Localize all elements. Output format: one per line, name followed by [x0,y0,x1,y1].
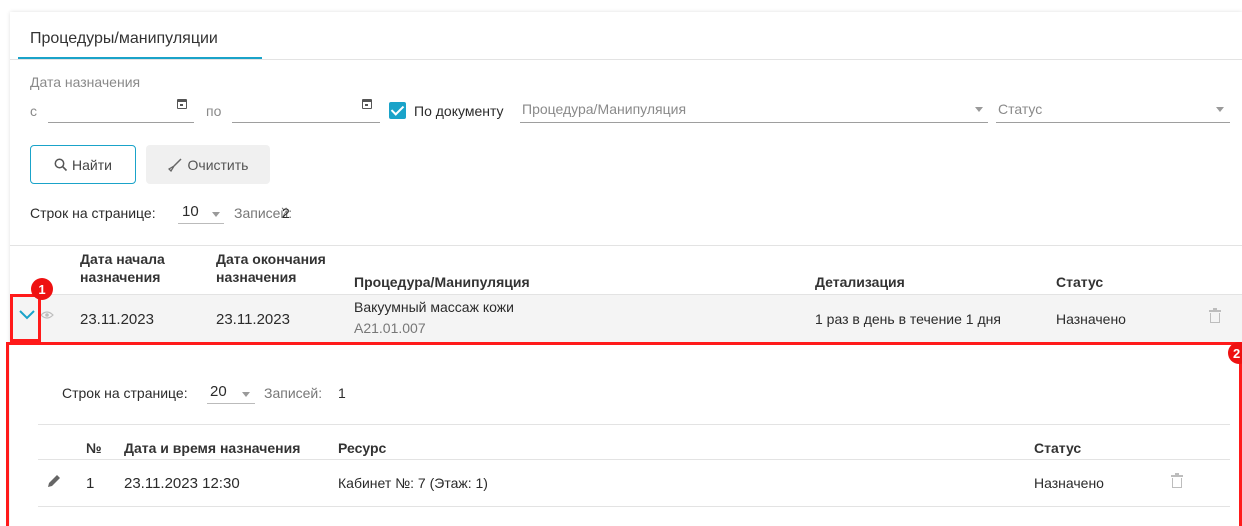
calendar-icon[interactable] [177,99,187,109]
date-label: Дата назначения [30,74,141,90]
eye-icon[interactable] [40,310,54,320]
to-label: по [206,103,222,119]
header-status: Статус [1056,274,1104,290]
row-end-date: 23.11.2023 [216,311,290,328]
header-end-date: Дата окончания назначения [216,251,326,285]
row-start-date: 23.11.2023 [80,311,154,328]
header-start-date: Дата начала назначения [80,251,165,285]
from-label: с [30,103,37,119]
date-from-input[interactable] [48,122,194,123]
date-to-input[interactable] [232,122,380,123]
rows-per-page-label: Строк на странице: [30,205,156,221]
find-button[interactable]: Найти [30,145,136,184]
header-procedure: Процедура/Манипуляция [354,274,530,290]
by-document-checkbox[interactable] [389,102,406,119]
tab-procedures[interactable]: Процедуры/манипуляции [30,30,218,48]
rows-per-page-select[interactable]: 10 [182,203,199,220]
row-procedure-code: A21.01.007 [354,320,426,336]
search-icon [54,158,68,171]
annotation-box-2 [6,342,1242,526]
chevron-down-icon[interactable] [212,212,220,217]
chevron-down-icon[interactable] [975,107,983,112]
trash-icon[interactable] [1209,308,1221,323]
annotation-box-1 [10,294,41,342]
rows-per-page-underline [178,223,224,224]
tab-divider [10,59,1242,60]
by-document-label: По документу [414,103,504,119]
calendar-icon[interactable] [362,99,372,109]
annotation-badge-1: 1 [31,278,53,300]
find-button-label: Найти [72,156,112,173]
header-detail: Детализация [815,274,905,290]
clear-button-label: Очистить [187,156,249,173]
row-detail: 1 раз в день в течение 1 дня [815,311,1001,327]
clear-button[interactable]: Очистить [146,145,270,184]
chevron-down-icon[interactable] [1216,107,1224,112]
tab-active-indicator [18,57,262,59]
procedure-select[interactable] [520,122,988,123]
status-select[interactable] [996,122,1230,123]
status-select-placeholder: Статус [998,101,1043,117]
row-status: Назначено [1056,311,1126,327]
row-procedure-name: Вакуумный массаж кожи [354,299,514,315]
broom-icon [167,157,182,172]
records-count: 2 [282,205,290,221]
procedure-select-placeholder: Процедура/Манипуляция [522,101,687,117]
table-top-border [10,245,1242,246]
